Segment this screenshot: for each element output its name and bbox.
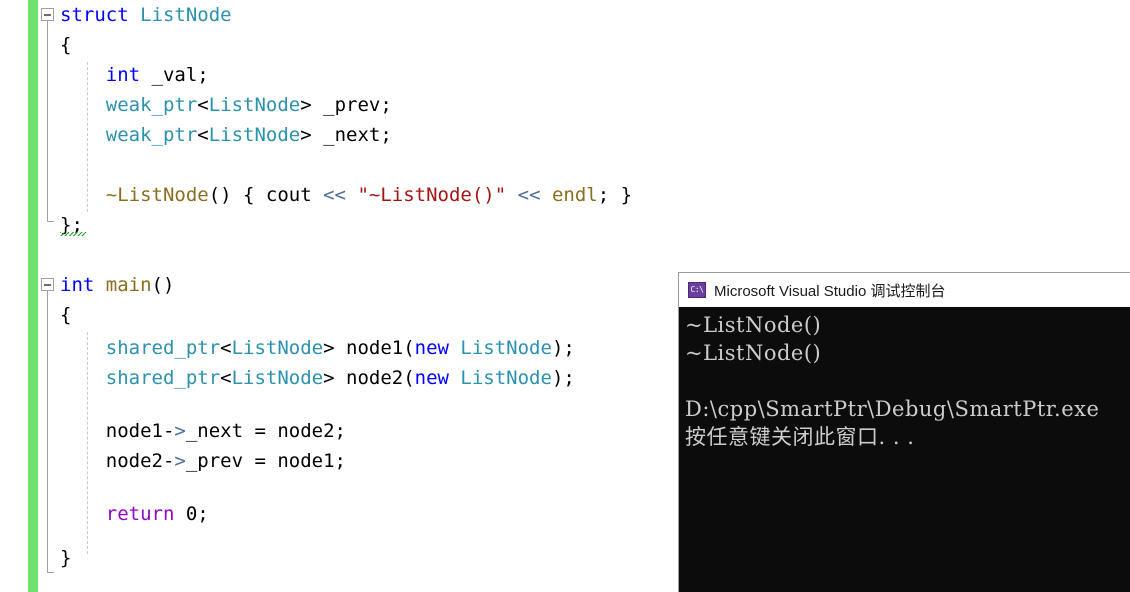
editor-selection-margin[interactable]	[0, 0, 28, 592]
outlining-gutter[interactable]	[38, 0, 60, 592]
code-token: () { cout	[208, 184, 324, 206]
code-token: _prev = node1;	[185, 450, 346, 472]
code-token: > node2(	[323, 367, 415, 389]
code-token: main	[105, 274, 152, 296]
console-output-line: 按任意键关闭此窗口. . .	[685, 425, 915, 449]
code-token: <<	[323, 184, 346, 206]
code-token: <	[197, 124, 209, 146]
code-token: ListNode	[460, 337, 552, 359]
code-token: ()	[151, 274, 175, 296]
code-token: {	[60, 304, 72, 326]
code-token: > _next;	[300, 124, 392, 146]
code-line-3[interactable]: int _val;	[60, 60, 209, 90]
code-token: "~ListNode()"	[357, 184, 507, 206]
code-token: _next = node2;	[185, 420, 346, 442]
code-line-10[interactable]: int main()	[60, 270, 174, 300]
code-token: node1-	[60, 420, 175, 442]
code-token: >	[174, 420, 186, 442]
code-token: <<	[517, 184, 541, 206]
console-icon-glyph: C:\	[690, 285, 704, 294]
debug-console-window[interactable]: C:\ Microsoft Visual Studio 调试控制台 ~ListN…	[678, 272, 1130, 592]
collapse-box-struct-listnode[interactable]	[41, 8, 54, 21]
code-token: shared_ptr	[105, 337, 221, 359]
outline-bracket-foot-main	[47, 572, 54, 573]
outline-bracket-main	[47, 291, 48, 572]
code-token: ListNode	[208, 94, 301, 116]
code-token: ListNode	[140, 4, 232, 26]
console-output-area[interactable]: ~ListNode() ~ListNode() D:\cpp\SmartPtr\…	[679, 307, 1130, 592]
code-token: >	[174, 450, 186, 472]
code-line-5[interactable]: weak_ptr<ListNode> _next;	[60, 120, 392, 150]
suggestion-squiggle	[60, 232, 86, 236]
console-window-icon: C:\	[688, 282, 706, 298]
code-token: ~ListNode	[105, 184, 209, 206]
code-token: ListNode	[460, 367, 552, 389]
code-line-14[interactable]: shared_ptr<ListNode> node2(new ListNode)…	[60, 363, 575, 393]
console-title-bar[interactable]: C:\ Microsoft Visual Studio 调试控制台	[679, 273, 1130, 307]
code-token: node2-	[60, 450, 175, 472]
console-output-line: ~ListNode()	[685, 313, 822, 337]
code-token: endl	[551, 184, 598, 206]
code-token: {	[60, 34, 72, 56]
code-token: ListNode	[231, 367, 324, 389]
code-token: _val;	[140, 64, 209, 86]
code-line-2[interactable]: {	[60, 30, 71, 60]
code-token: weak_ptr	[105, 94, 198, 116]
code-token: <	[197, 94, 209, 116]
code-token: int	[60, 274, 95, 296]
code-token: }	[60, 547, 72, 569]
code-line-17[interactable]: node2->_prev = node1;	[60, 446, 346, 476]
code-token: new	[414, 367, 449, 389]
code-token: <	[220, 337, 232, 359]
code-token: );	[551, 337, 575, 359]
code-line-4[interactable]: weak_ptr<ListNode> _prev;	[60, 90, 392, 120]
code-line-19[interactable]: return 0;	[60, 499, 209, 529]
console-output-blank-line	[685, 367, 1130, 395]
outline-bracket-struct	[47, 21, 48, 221]
code-token: > _prev;	[300, 94, 392, 116]
code-token: ListNode	[208, 124, 301, 146]
code-line-16[interactable]: node1->_next = node2;	[60, 416, 346, 446]
code-token: );	[551, 367, 575, 389]
code-token: weak_ptr	[105, 124, 198, 146]
code-line-7[interactable]: ~ListNode() { cout << "~ListNode()" << e…	[60, 180, 632, 210]
code-token: new	[414, 337, 449, 359]
code-line-1[interactable]: struct ListNode	[60, 0, 232, 30]
code-token: > node1(	[323, 337, 415, 359]
code-token: return	[105, 503, 175, 525]
code-token: int	[105, 64, 141, 86]
code-line-20[interactable]: }	[60, 543, 71, 573]
code-token: ; }	[597, 184, 633, 206]
collapse-box-int-main[interactable]	[41, 278, 54, 291]
code-line-13[interactable]: shared_ptr<ListNode> node1(new ListNode)…	[60, 333, 575, 363]
change-tracking-bar	[28, 0, 38, 592]
console-title-text: Microsoft Visual Studio 调试控制台	[714, 282, 946, 300]
code-token: ListNode	[231, 337, 324, 359]
console-output-line: D:\cpp\SmartPtr\Debug\SmartPtr.exe	[685, 397, 1100, 421]
code-line-11[interactable]: {	[60, 300, 71, 330]
code-token: <	[220, 367, 232, 389]
code-token: shared_ptr	[105, 367, 221, 389]
code-token: 0;	[174, 503, 209, 525]
console-output-line: ~ListNode()	[685, 341, 822, 365]
outline-bracket-foot-struct	[47, 221, 54, 222]
code-token: struct	[60, 4, 129, 26]
